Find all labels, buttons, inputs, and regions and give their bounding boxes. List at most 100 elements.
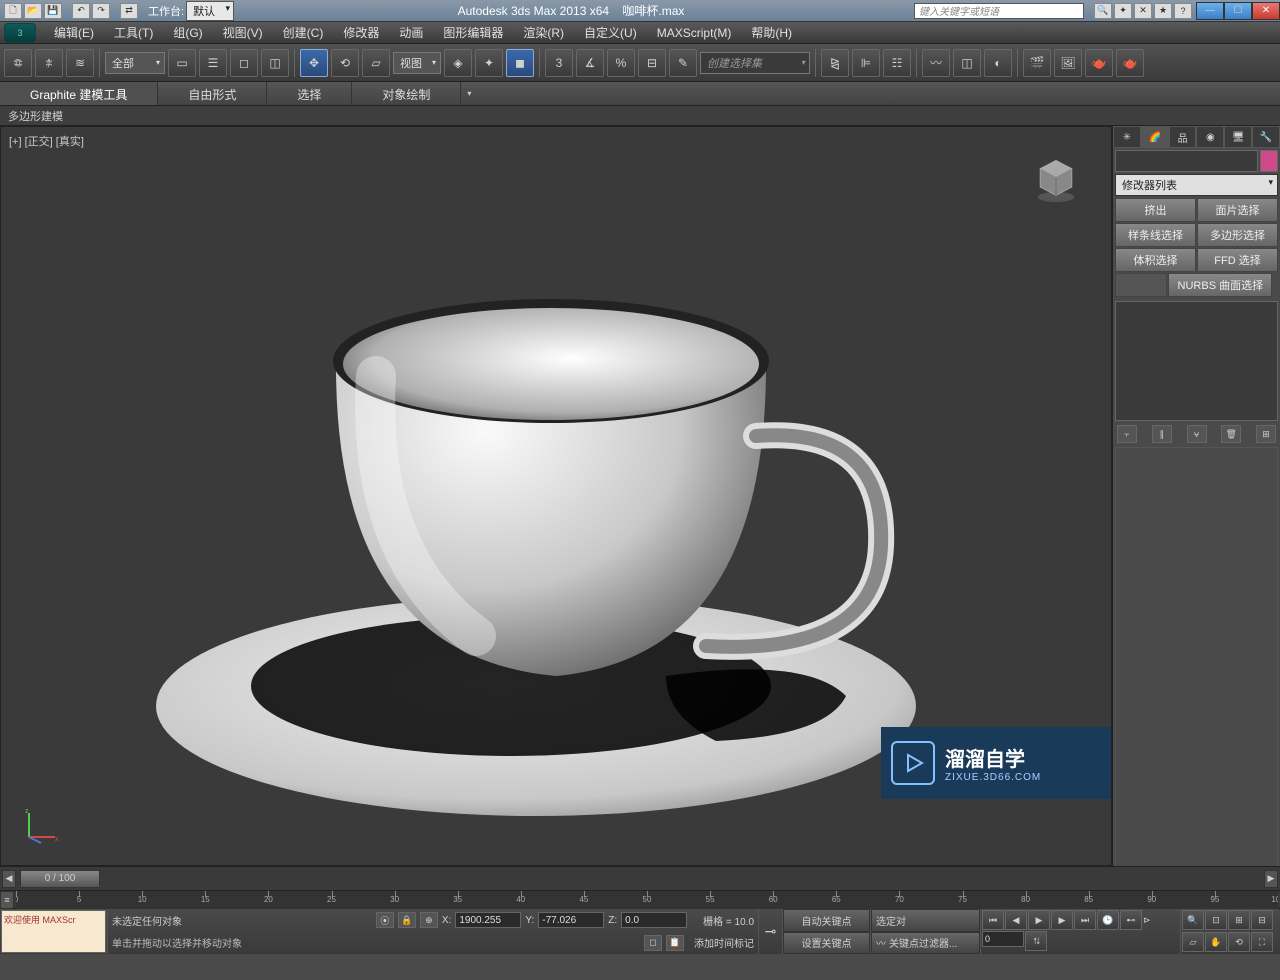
lock-icon[interactable]: 🔒: [398, 912, 416, 928]
link-icon[interactable]: ⇄: [120, 3, 138, 19]
goto-start-icon[interactable]: ⏮: [982, 910, 1004, 930]
pin-stack-icon[interactable]: ⫟: [1117, 425, 1137, 443]
modbtn-extrude[interactable]: 挤出: [1115, 198, 1196, 222]
key-mode-icon[interactable]: ⊸: [758, 909, 782, 954]
menu-help[interactable]: 帮助(H): [741, 21, 802, 44]
exchange-icon[interactable]: ✕: [1134, 3, 1152, 19]
menu-render[interactable]: 渲染(R): [513, 21, 574, 44]
menu-modifiers[interactable]: 修改器: [333, 21, 389, 44]
menu-customize[interactable]: 自定义(U): [574, 21, 647, 44]
bind-tool-icon[interactable]: ≋: [66, 49, 94, 77]
time-slider[interactable]: 0 / 100: [20, 870, 100, 888]
autokey-button[interactable]: 自动关键点: [783, 909, 870, 932]
next-frame-btn-icon[interactable]: ▶: [1051, 910, 1073, 930]
menu-views[interactable]: 视图(V): [213, 21, 273, 44]
align-icon[interactable]: ⊫: [852, 49, 880, 77]
viewport[interactable]: [+] [正交] [真实] z x: [0, 126, 1112, 866]
select-region-icon[interactable]: ◻: [230, 49, 258, 77]
render-prod-icon[interactable]: 🫖: [1085, 49, 1113, 77]
menu-edit[interactable]: 编辑(E): [44, 21, 104, 44]
layer-icon[interactable]: ☷: [883, 49, 911, 77]
material-editor-icon[interactable]: ◐: [984, 49, 1012, 77]
next-frame-icon[interactable]: ▶: [1264, 870, 1278, 888]
unique-icon[interactable]: ⩝: [1187, 425, 1207, 443]
modbtn-vol-select[interactable]: 体积选择: [1115, 248, 1196, 272]
track-bar[interactable]: ≡ 05101520253035404550556065707580859095…: [0, 890, 1280, 908]
tab-hierarchy-icon[interactable]: 品: [1169, 126, 1197, 148]
link-tool-icon[interactable]: 𖠂: [4, 49, 32, 77]
infocenter-search[interactable]: 键入关键字或短语: [914, 3, 1084, 19]
maximize-viewport-icon[interactable]: ⛶: [1251, 932, 1273, 952]
trackbar-menu-icon[interactable]: ≡: [0, 891, 14, 909]
time-config-icon[interactable]: 🕒: [1097, 910, 1119, 930]
spinner-snap-icon[interactable]: ⊟: [638, 49, 666, 77]
save-icon[interactable]: 💾: [44, 3, 62, 19]
keyboard-shortcut-icon[interactable]: ◼: [506, 49, 534, 77]
pan-icon[interactable]: ✋: [1205, 932, 1227, 952]
rotate-tool-icon[interactable]: ⟲: [331, 49, 359, 77]
prev-frame-btn-icon[interactable]: ◀: [1005, 910, 1027, 930]
render-iter-icon[interactable]: 🫖: [1116, 49, 1144, 77]
tab-utilities-icon[interactable]: 🔧: [1252, 126, 1280, 148]
named-selection-dropdown[interactable]: 创建选择集: [700, 52, 810, 74]
unlink-tool-icon[interactable]: 𖠃: [35, 49, 63, 77]
minimize-button[interactable]: —: [1196, 2, 1224, 20]
fov-icon[interactable]: ▱: [1182, 932, 1204, 952]
zoom-icon[interactable]: 🔍: [1182, 910, 1204, 930]
menu-create[interactable]: 创建(C): [273, 21, 334, 44]
zoom-extents-icon[interactable]: ⊞: [1228, 910, 1250, 930]
percent-snap-icon[interactable]: %: [607, 49, 635, 77]
render-setup-icon[interactable]: 🎬: [1023, 49, 1051, 77]
object-name-input[interactable]: [1115, 150, 1258, 172]
schematic-icon[interactable]: ◫: [953, 49, 981, 77]
open-icon[interactable]: 📂: [24, 3, 42, 19]
remove-mod-icon[interactable]: 🗑: [1221, 425, 1241, 443]
menu-tools[interactable]: 工具(T): [104, 21, 163, 44]
selection-set-dd[interactable]: 选定对: [871, 909, 980, 932]
key-icon[interactable]: ✦: [1114, 3, 1132, 19]
pivot-icon[interactable]: ◈: [444, 49, 472, 77]
new-icon[interactable]: 🗋: [4, 3, 22, 19]
modbtn-nurbs[interactable]: NURBS 曲面选择: [1168, 273, 1272, 297]
orbit-icon[interactable]: ⟲: [1228, 932, 1250, 952]
modbtn-poly-select[interactable]: 多边形选择: [1197, 223, 1278, 247]
menu-animation[interactable]: 动画: [389, 21, 433, 44]
modbtn-patch-select[interactable]: 面片选择: [1197, 198, 1278, 222]
undo-icon[interactable]: ↶: [72, 3, 90, 19]
select-name-icon[interactable]: ☰: [199, 49, 227, 77]
key-step-icon[interactable]: ⊷: [1120, 910, 1142, 930]
maxscript-listener[interactable]: 欢迎使用 MAXScr: [1, 910, 106, 953]
ribbon-tab-selection[interactable]: 选择: [267, 82, 352, 105]
configure-icon[interactable]: ⊞: [1256, 425, 1276, 443]
ribbon-tab-paint[interactable]: 对象绘制: [352, 82, 461, 105]
y-coord-input[interactable]: [538, 912, 604, 928]
z-coord-input[interactable]: [621, 912, 687, 928]
key-filters-button[interactable]: 关键点过滤器...: [889, 935, 957, 950]
menu-graph[interactable]: 图形编辑器: [433, 21, 513, 44]
time-ruler[interactable]: 0510152025303540455055606570758085909510…: [16, 891, 1278, 909]
workspace-dropdown[interactable]: 默认: [186, 1, 234, 21]
modifier-stack[interactable]: [1115, 301, 1278, 421]
tab-modify-icon[interactable]: 🌈: [1141, 126, 1169, 148]
tab-display-icon[interactable]: 🖥: [1224, 126, 1252, 148]
modbtn-ffd-select[interactable]: FFD 选择: [1197, 248, 1278, 272]
maximize-button[interactable]: ☐: [1224, 2, 1252, 20]
curve-editor-icon[interactable]: 〰: [922, 49, 950, 77]
current-frame-input[interactable]: [982, 931, 1024, 947]
goto-end-icon[interactable]: ⏭: [1074, 910, 1096, 930]
x-coord-input[interactable]: [455, 912, 521, 928]
manipulate-icon[interactable]: ✦: [475, 49, 503, 77]
comm-center-icon[interactable]: 📋: [666, 935, 684, 951]
scale-tool-icon[interactable]: ▱: [362, 49, 390, 77]
render-frame-icon[interactable]: 🖼: [1054, 49, 1082, 77]
frame-spinner-icon[interactable]: ⮁: [1025, 931, 1047, 951]
lock-selection-icon[interactable]: ⦿: [376, 912, 394, 928]
close-button[interactable]: ✕: [1252, 2, 1280, 20]
tab-motion-icon[interactable]: ◉: [1196, 126, 1224, 148]
zoom-all-icon[interactable]: ⊡: [1205, 910, 1227, 930]
modbtn-blank[interactable]: [1115, 273, 1167, 297]
app-menu-icon[interactable]: 3: [4, 23, 36, 43]
search-go-icon[interactable]: 🔍: [1094, 3, 1112, 19]
isolate-icon[interactable]: ◻: [644, 935, 662, 951]
modifier-list-dropdown[interactable]: 修改器列表: [1115, 174, 1278, 196]
